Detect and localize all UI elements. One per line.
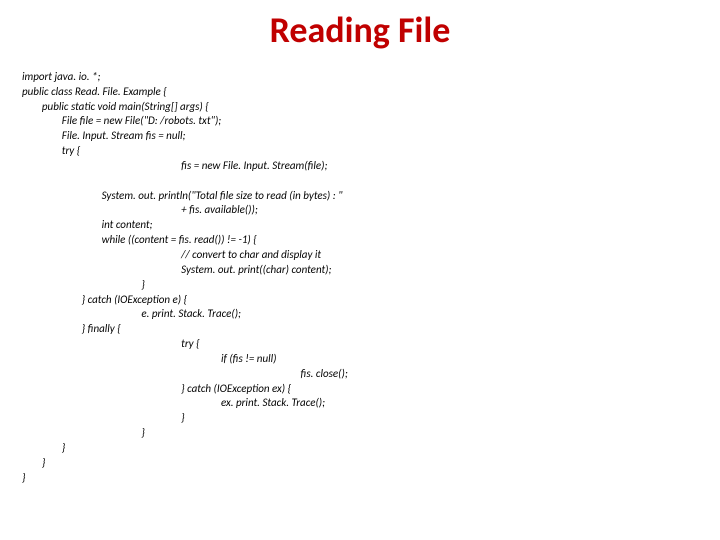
code-line: } — [22, 426, 145, 439]
code-line: } — [22, 456, 45, 469]
code-line: try { — [22, 337, 200, 350]
code-line: File. Input. Stream fis = null; — [22, 129, 185, 142]
code-line: System. out. println("Total file size to… — [22, 189, 343, 202]
code-line: e. print. Stack. Trace(); — [22, 307, 241, 320]
code-line: public class Read. File. Example { — [22, 85, 167, 98]
page-title: Reading File — [0, 8, 720, 52]
code-line: + fis. available()); — [22, 203, 258, 216]
code-line: if (fis != null) — [22, 352, 276, 365]
code-line: int content; — [22, 218, 153, 231]
code-line: File file = new File("D: /robots. txt"); — [22, 114, 221, 127]
code-line: fis = new File. Input. Stream(file); — [22, 159, 327, 172]
code-line: try { — [22, 144, 80, 157]
code-line: public static void main(String[] args) { — [22, 100, 209, 113]
code-line: while ((content = fis. read()) != -1) { — [22, 233, 257, 246]
code-line: } catch (IOException e) { — [22, 293, 187, 306]
code-line: } finally { — [22, 322, 121, 335]
code-line: } — [22, 411, 185, 424]
code-line: System. out. print((char) content); — [22, 263, 331, 276]
code-line: } — [22, 471, 25, 484]
code-line: } — [22, 441, 65, 454]
code-line: ex. print. Stack. Trace(); — [22, 396, 325, 409]
code-line: // convert to char and display it — [22, 248, 321, 261]
code-line: fis. close(); — [22, 367, 348, 380]
code-line: } — [22, 278, 145, 291]
code-line: import java. io. *; — [22, 70, 100, 83]
code-line: } catch (IOException ex) { — [22, 382, 291, 395]
code-block: import java. io. *; public class Read. F… — [22, 55, 348, 485]
